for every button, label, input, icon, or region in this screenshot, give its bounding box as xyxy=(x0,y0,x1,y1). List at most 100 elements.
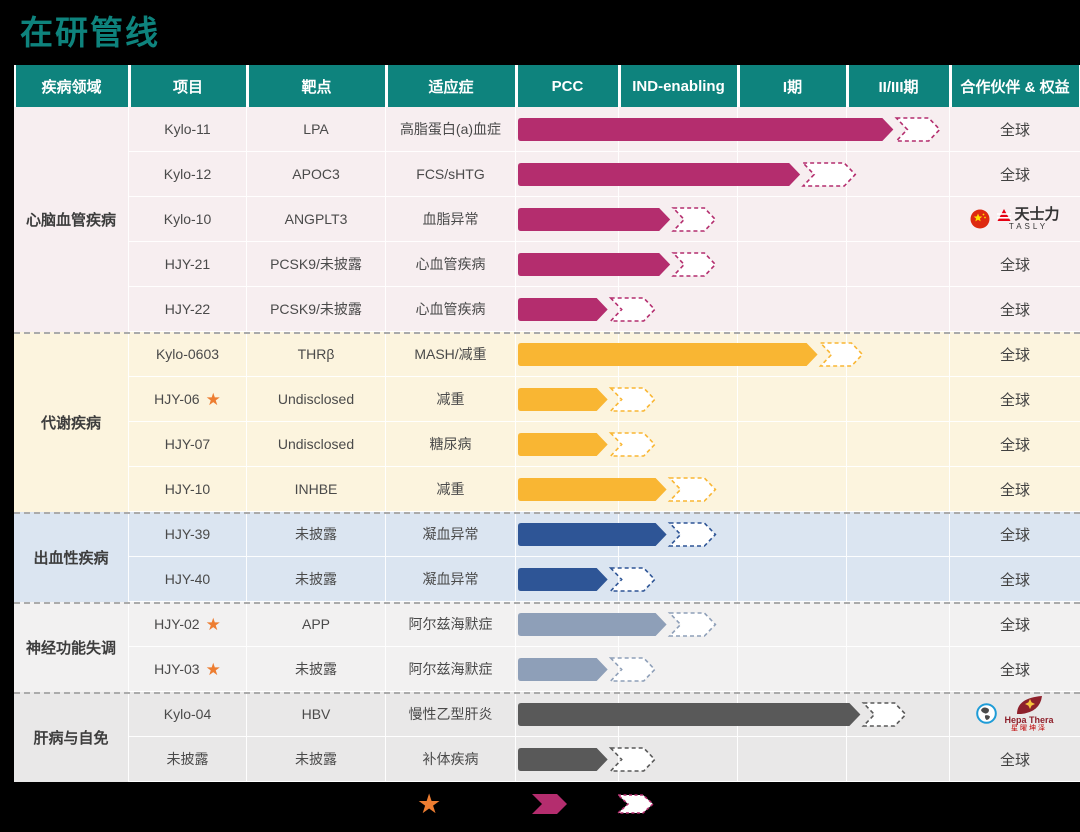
disease-area-label: 心脑血管疾病 xyxy=(14,107,129,332)
target-cell: INHBE xyxy=(247,467,386,512)
group-separator xyxy=(14,692,1080,694)
progress-bar xyxy=(516,512,950,557)
partner-rights-label: 全球 xyxy=(1000,164,1030,185)
group-separator xyxy=(14,512,1080,514)
column-header-6: IND-enabling xyxy=(621,65,737,107)
progress-bar-solid xyxy=(518,748,608,771)
target-name: Undisclosed xyxy=(278,436,354,452)
project-name: HJY-10 xyxy=(165,481,210,497)
pipeline-row: HJY-39未披露凝血异常全球 xyxy=(14,512,1080,557)
progress-bar-solid xyxy=(518,343,818,366)
pipeline-row: HJY-10 INHBE 减重 全球 xyxy=(14,467,1080,512)
target-cell: 未披露 xyxy=(247,557,386,602)
disease-group: HJY-39未披露凝血异常全球HJY-40未披露凝血异常全球出血性疾病 xyxy=(14,512,1080,602)
target-cell: APP xyxy=(247,602,386,647)
project-name: Kylo-11 xyxy=(164,121,210,137)
target-name: 未披露 xyxy=(295,569,337,589)
target-cell: 未披露 xyxy=(247,512,386,557)
target-name: INHBE xyxy=(295,481,338,497)
progress-bar-planned xyxy=(896,118,939,141)
disease-area-label: 出血性疾病 xyxy=(14,512,129,602)
project-name: 未披露 xyxy=(167,749,209,769)
target-name: PCSK9/未披露 xyxy=(270,299,362,319)
partner-tasly-logo: 天士力TASLY xyxy=(970,207,1059,231)
pipeline-row: HJY-40未披露凝血异常全球 xyxy=(14,557,1080,602)
indication-cell: 糖尿病 xyxy=(386,422,516,467)
indication-name: 高脂蛋白(a)血症 xyxy=(400,119,501,139)
indication-cell: 减重 xyxy=(386,377,516,422)
project-cell: HJY-22 xyxy=(129,287,247,332)
indication-cell: 慢性乙型肝炎 xyxy=(386,692,516,737)
partner-cell: 全球 xyxy=(950,332,1080,377)
progress-bar-planned xyxy=(611,298,655,321)
partner-rights-label: 全球 xyxy=(1000,434,1030,455)
column-header-7: I期 xyxy=(740,65,846,107)
page-title: 在研管线 xyxy=(20,6,160,54)
partner-rights-label: 全球 xyxy=(1000,614,1030,635)
target-cell: 未披露 xyxy=(247,737,386,782)
partner-cell: 全球 xyxy=(950,467,1080,512)
target-cell: Undisclosed xyxy=(247,422,386,467)
partner-rights-label: 全球 xyxy=(1000,119,1030,140)
target-name: THRβ xyxy=(298,346,335,362)
partner-cell: 全球 xyxy=(950,152,1080,197)
disease-group: Kylo-04HBV慢性乙型肝炎Hepa Thera星曜坤泽未披露未披露补体疾病… xyxy=(14,692,1080,782)
progress-bar xyxy=(516,332,950,377)
partner-cell: 全球 xyxy=(950,287,1080,332)
indication-cell: MASH/减重 xyxy=(386,332,516,377)
project-cell: HJY-10 xyxy=(129,467,247,512)
progress-bar-planned xyxy=(611,388,655,411)
project-name: HJY-22 xyxy=(165,301,210,317)
project-name: HJY-39 xyxy=(165,526,210,542)
priority-star-icon: ★ xyxy=(206,661,221,678)
project-cell: Kylo-11 xyxy=(129,107,247,152)
partner-rights-label: 全球 xyxy=(1000,344,1030,365)
indication-cell: 凝血异常 xyxy=(386,557,516,602)
pipeline-row: HJY-03★ 未披露 阿尔兹海默症 全球 xyxy=(14,647,1080,692)
partner-cell: 全球 xyxy=(950,557,1080,602)
indication-name: 心血管疾病 xyxy=(416,254,486,274)
indication-name: 补体疾病 xyxy=(423,749,479,769)
target-cell: HBV xyxy=(247,692,386,737)
pipeline-row: HJY-21PCSK9/未披露心血管疾病全球 xyxy=(14,242,1080,287)
target-cell: THRβ xyxy=(247,332,386,377)
partner-cell: 全球 xyxy=(950,647,1080,692)
progress-bar xyxy=(516,152,950,197)
progress-bar-planned xyxy=(611,748,655,771)
target-name: 未披露 xyxy=(295,659,337,679)
disease-area-label: 代谢疾病 xyxy=(14,332,129,512)
progress-bar-planned xyxy=(673,253,715,276)
pipeline-row: HJY-22PCSK9/未披露心血管疾病全球 xyxy=(14,287,1080,332)
project-name: HJY-21 xyxy=(165,256,210,272)
legend-solid-arrow-icon xyxy=(532,794,568,814)
progress-bar-planned xyxy=(673,208,715,231)
target-cell: 未披露 xyxy=(247,647,386,692)
indication-cell: 减重 xyxy=(386,467,516,512)
indication-name: 减重 xyxy=(437,479,465,499)
target-name: 未披露 xyxy=(295,749,337,769)
progress-bar xyxy=(516,602,950,647)
progress-bar-solid xyxy=(518,298,608,321)
priority-star-icon: ★ xyxy=(206,616,221,633)
progress-bar-solid xyxy=(518,208,670,231)
partner-cell: 天士力TASLY xyxy=(950,197,1080,242)
target-cell: Undisclosed xyxy=(247,377,386,422)
column-header-1: 疾病领域 xyxy=(16,65,128,107)
project-cell: Kylo-12 xyxy=(129,152,247,197)
progress-bar-planned xyxy=(670,478,716,501)
indication-name: 阿尔兹海默症 xyxy=(409,614,493,634)
indication-name: 阿尔兹海默症 xyxy=(409,659,493,679)
group-separator xyxy=(14,332,1080,334)
project-cell: HJY-39 xyxy=(129,512,247,557)
progress-bar xyxy=(516,107,950,152)
partner-cell: 全球 xyxy=(950,602,1080,647)
indication-cell: 阿尔兹海默症 xyxy=(386,602,516,647)
indication-cell: 补体疾病 xyxy=(386,737,516,782)
column-header-9: 合作伙伴 & 权益 xyxy=(952,65,1079,107)
target-name: APP xyxy=(302,616,330,632)
disease-group: HJY-02★APP阿尔兹海默症全球HJY-03★未披露阿尔兹海默症全球神经功能… xyxy=(14,602,1080,692)
project-cell: HJY-07 xyxy=(129,422,247,467)
pipeline-row: Kylo-12APOC3FCS/sHTG全球 xyxy=(14,152,1080,197)
pipeline-table: 疾病领域项目靶点适应症PCCIND-enablingI期II/III期合作伙伴 … xyxy=(14,65,1080,782)
project-cell: HJY-03★ xyxy=(129,647,247,692)
